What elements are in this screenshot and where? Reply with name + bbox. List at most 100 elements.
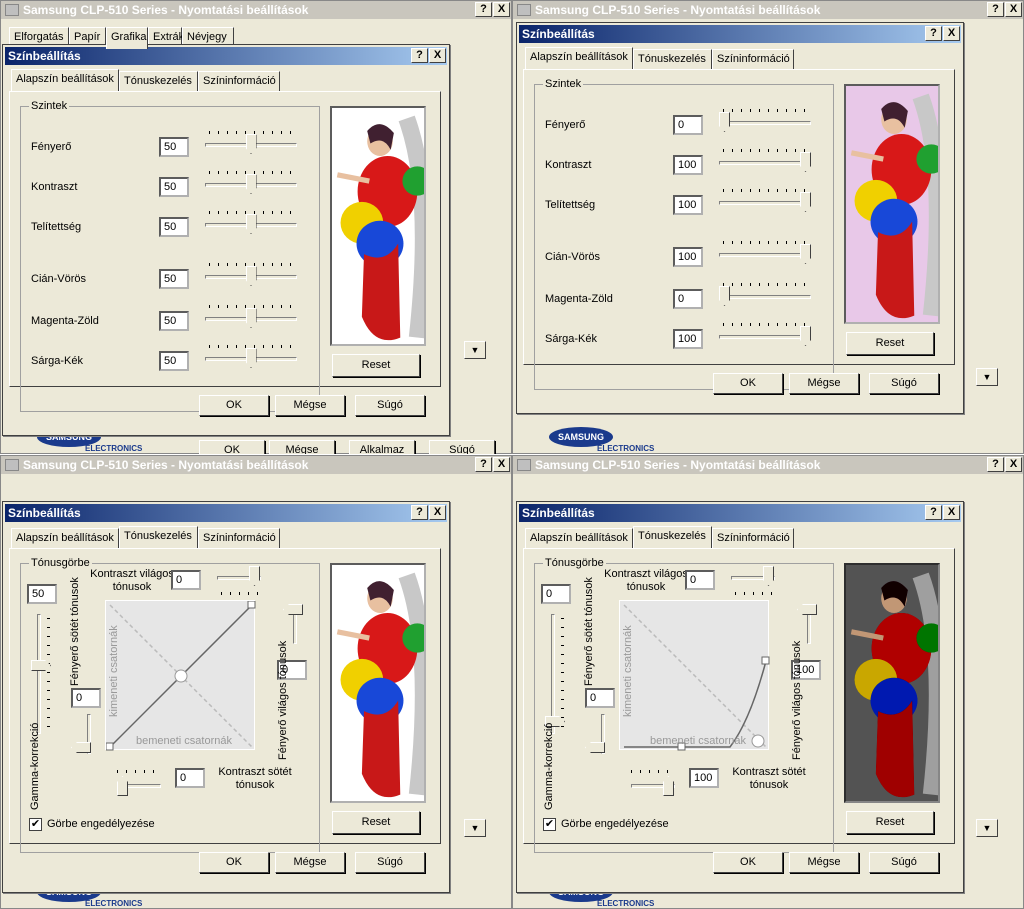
gamma-track <box>37 614 41 734</box>
dialog-tab-info[interactable]: Színinformáció <box>198 528 280 548</box>
help-title-button[interactable]: ? <box>987 457 1004 472</box>
level-label-1: Kontraszt <box>545 159 592 171</box>
dialog-tab-info[interactable]: Színinformáció <box>712 528 794 548</box>
level-input-3[interactable]: 100 <box>673 247 703 267</box>
contrast-light-input[interactable]: 0 <box>171 570 201 590</box>
dialog-help-button[interactable]: Súgó <box>869 373 939 394</box>
level-slider-0-thumb[interactable] <box>719 112 730 132</box>
bright-dark-thumb[interactable] <box>585 742 605 753</box>
bright-light-thumb[interactable] <box>797 604 817 615</box>
reset-button[interactable]: Reset <box>846 811 934 834</box>
help-title-button[interactable]: ? <box>987 2 1004 17</box>
dialog-tab-info[interactable]: Színinformáció <box>198 71 280 91</box>
gamma-input[interactable]: 0 <box>541 584 571 604</box>
tone-curve-graph[interactable]: bemeneti csatornák kimeneti csatornák <box>619 600 770 751</box>
bright-dark-thumb[interactable] <box>71 742 91 753</box>
level-slider-2-thumb[interactable] <box>245 214 257 234</box>
dialog-cancel-button[interactable]: Mégse <box>275 852 345 873</box>
dialog-help-button[interactable]: Súgó <box>355 852 425 873</box>
level-input-0[interactable]: 50 <box>159 137 189 157</box>
level-slider-1-thumb[interactable] <box>800 152 811 172</box>
dialog-help-button[interactable]: ? <box>925 505 942 520</box>
gamma-ticks <box>561 618 564 728</box>
curve-enable-checkbox[interactable]: ✔ <box>29 818 42 831</box>
dialog-ok-button[interactable]: OK <box>713 373 783 394</box>
help-title-button[interactable]: ? <box>475 2 492 17</box>
contrast-light-input[interactable]: 0 <box>685 570 715 590</box>
dialog-close-button[interactable]: X <box>943 26 960 41</box>
level-slider-3-thumb[interactable] <box>245 266 257 286</box>
reset-button[interactable]: Reset <box>846 332 934 355</box>
gamma-input[interactable]: 50 <box>27 584 57 604</box>
level-input-3[interactable]: 50 <box>159 269 189 289</box>
level-slider-3-thumb[interactable] <box>800 244 811 264</box>
printer-apply-button[interactable]: Alkalmaz <box>349 440 415 454</box>
dialog-tab-basic[interactable]: Alapszín beállítások <box>11 69 119 91</box>
curve-enable-checkbox[interactable]: ✔ <box>543 818 556 831</box>
level-slider-5-thumb[interactable] <box>800 326 811 346</box>
help-title-button[interactable]: ? <box>475 457 492 472</box>
level-slider-4-thumb[interactable] <box>245 308 257 328</box>
combo-arrow-icon[interactable]: ▼ <box>464 341 486 359</box>
level-input-5[interactable]: 100 <box>673 329 703 349</box>
combo-arrow-icon[interactable]: ▼ <box>976 819 998 837</box>
level-slider-5-thumb[interactable] <box>245 348 257 368</box>
close-title-button[interactable]: X <box>493 457 510 472</box>
dialog-tab-tone[interactable]: Tónuskezelés <box>119 71 198 91</box>
dialog-cancel-button[interactable]: Mégse <box>789 373 859 394</box>
dialog-help-button[interactable]: Súgó <box>869 852 939 873</box>
printer-ok-button[interactable]: OK <box>199 440 265 454</box>
dialog-tab-info[interactable]: Színinformáció <box>712 49 794 69</box>
dialog-help-button[interactable]: ? <box>411 48 428 63</box>
contrast-dark-input[interactable]: 100 <box>689 768 719 788</box>
reset-button[interactable]: Reset <box>332 354 420 377</box>
level-input-0[interactable]: 0 <box>673 115 703 135</box>
dialog-cancel-button[interactable]: Mégse <box>275 395 345 416</box>
bright-light-thumb[interactable] <box>283 604 303 615</box>
reset-button[interactable]: Reset <box>332 811 420 834</box>
level-input-2[interactable]: 50 <box>159 217 189 237</box>
dialog-ok-button[interactable]: OK <box>713 852 783 873</box>
level-slider-0-thumb[interactable] <box>245 134 257 154</box>
level-input-2[interactable]: 100 <box>673 195 703 215</box>
dialog-cancel-button[interactable]: Mégse <box>789 852 859 873</box>
dialog-help-button[interactable]: ? <box>411 505 428 520</box>
printer-tab-2[interactable]: Grafika <box>106 27 148 49</box>
dialog-help-button[interactable]: Súgó <box>355 395 425 416</box>
level-input-4[interactable]: 50 <box>159 311 189 331</box>
dialog-tab-tone[interactable]: Tónuskezelés <box>633 49 712 69</box>
combo-arrow-icon[interactable]: ▼ <box>464 819 486 837</box>
dialog-tab-basic[interactable]: Alapszín beállítások <box>525 47 633 69</box>
combo-arrow-icon[interactable]: ▼ <box>976 368 998 386</box>
close-title-button[interactable]: X <box>1005 2 1022 17</box>
bright-dark-input[interactable]: 0 <box>585 688 615 708</box>
contrast-dark-thumb[interactable] <box>663 776 674 796</box>
level-input-4[interactable]: 0 <box>673 289 703 309</box>
dialog-tab-tone[interactable]: Tónuskezelés <box>119 526 198 548</box>
level-slider-1-thumb[interactable] <box>245 174 257 194</box>
dialog-ok-button[interactable]: OK <box>199 395 269 416</box>
dialog-close-button[interactable]: X <box>429 505 446 520</box>
dialog-help-button[interactable]: ? <box>925 26 942 41</box>
level-input-1[interactable]: 100 <box>673 155 703 175</box>
printer-cancel-button[interactable]: Mégse <box>269 440 335 454</box>
dialog-close-button[interactable]: X <box>943 505 960 520</box>
dialog-tab-basic[interactable]: Alapszín beállítások <box>11 528 119 548</box>
contrast-light-thumb[interactable] <box>249 566 260 586</box>
dialog-ok-button[interactable]: OK <box>199 852 269 873</box>
dialog-tab-tone[interactable]: Tónuskezelés <box>633 526 712 548</box>
contrast-dark-thumb[interactable] <box>117 776 128 796</box>
contrast-light-thumb[interactable] <box>763 566 774 586</box>
level-slider-4-thumb[interactable] <box>719 286 730 306</box>
close-title-button[interactable]: X <box>493 2 510 17</box>
level-slider-2-thumb[interactable] <box>800 192 811 212</box>
level-input-5[interactable]: 50 <box>159 351 189 371</box>
bright-dark-input[interactable]: 0 <box>71 688 101 708</box>
dialog-tab-basic[interactable]: Alapszín beállítások <box>525 528 633 548</box>
dialog-close-button[interactable]: X <box>429 48 446 63</box>
tone-curve-graph[interactable]: bemeneti csatornák kimeneti csatornák <box>105 600 256 751</box>
printer-help-button[interactable]: Súgó <box>429 440 495 454</box>
level-input-1[interactable]: 50 <box>159 177 189 197</box>
contrast-dark-input[interactable]: 0 <box>175 768 205 788</box>
close-title-button[interactable]: X <box>1005 457 1022 472</box>
